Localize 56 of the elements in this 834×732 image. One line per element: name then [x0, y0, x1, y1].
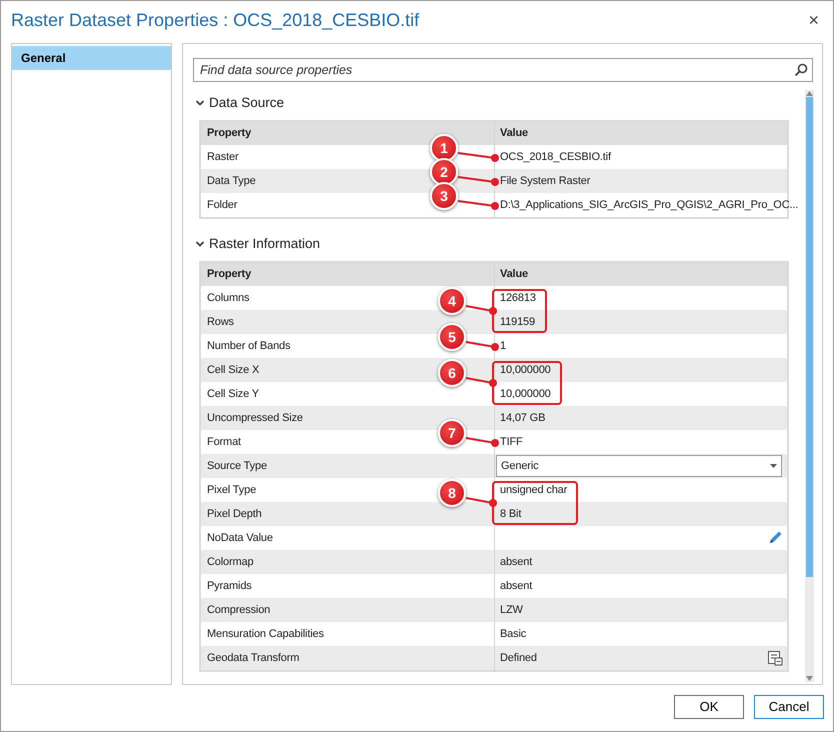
cancel-button[interactable]: Cancel [754, 695, 824, 719]
pencil-icon[interactable] [767, 530, 783, 546]
close-button[interactable]: × [804, 11, 823, 29]
sidebar-item[interactable]: General [12, 46, 171, 70]
details-icon[interactable] [767, 650, 783, 666]
value-cell-text: absent [500, 554, 532, 570]
callout-number: 8 [438, 479, 466, 507]
scroll-down-icon [805, 675, 814, 682]
value-cell-text: unsigned char [500, 482, 568, 498]
property-cell: Source Type [201, 454, 495, 478]
leader-line [466, 437, 499, 447]
leader-line [466, 497, 497, 507]
value-cell-text: 1 [500, 338, 506, 354]
value-cell-text: File System Raster [500, 174, 590, 189]
value-cell-text: absent [500, 578, 532, 594]
value-cell-text: OCS_2018_CESBIO.tif [500, 150, 611, 165]
callout-number: 3 [430, 182, 458, 210]
value-cell-text: D:\3_Applications_SIG_ArcGIS_Pro_QGIS\2_AGRI_Pro_OC... [500, 198, 798, 213]
callout-number: 5 [438, 323, 466, 351]
ok-button[interactable]: OK [674, 695, 744, 719]
chevron-down-icon [195, 98, 205, 108]
source-type-dropdown[interactable]: Generic [496, 455, 782, 477]
value-cell-text: TIFF [500, 434, 523, 450]
leader-line [466, 377, 497, 387]
value-cell-text: 10,000000 [500, 362, 551, 378]
window-title: Raster Dataset Properties : OCS_2018_CESBIO.tif [11, 8, 420, 32]
column-header: Value [499, 126, 529, 142]
caret-icon [770, 464, 777, 468]
leader-line [466, 341, 499, 351]
scrollbar[interactable] [805, 90, 814, 682]
property-cell: Compression [201, 598, 495, 622]
callout-number: 4 [438, 287, 466, 315]
property-cell: Geodata Transform [201, 646, 495, 670]
value-cell-text: Basic [500, 626, 526, 642]
value-cell-text: LZW [500, 602, 523, 618]
scroll-up-icon [805, 90, 814, 97]
value-cell-text: 14,07 GB [500, 410, 546, 426]
callout-number: 7 [438, 419, 466, 447]
chevron-down-icon [195, 239, 205, 249]
column-header: Value [499, 267, 529, 282]
section-header[interactable]: Raster Information [193, 231, 320, 257]
search-field[interactable]: Find data source properties [193, 58, 813, 82]
value-cell-text: Defined [500, 650, 537, 666]
value-cell-text: 8 Bit [500, 506, 522, 522]
value-cell-text: 126813 [500, 290, 536, 306]
column-header: Property [201, 263, 495, 286]
scrollbar-thumb[interactable] [806, 97, 813, 577]
search-icon [794, 63, 808, 77]
section-header[interactable]: Data Source [193, 90, 284, 116]
value-cell-text: 119159 [500, 314, 535, 330]
leader-line [458, 176, 499, 186]
leader-line [466, 305, 497, 315]
value-cell-text: 10,000000 [500, 386, 551, 402]
leader-line [458, 200, 499, 210]
leader-line [458, 152, 499, 162]
property-cell: Colormap [201, 550, 495, 574]
